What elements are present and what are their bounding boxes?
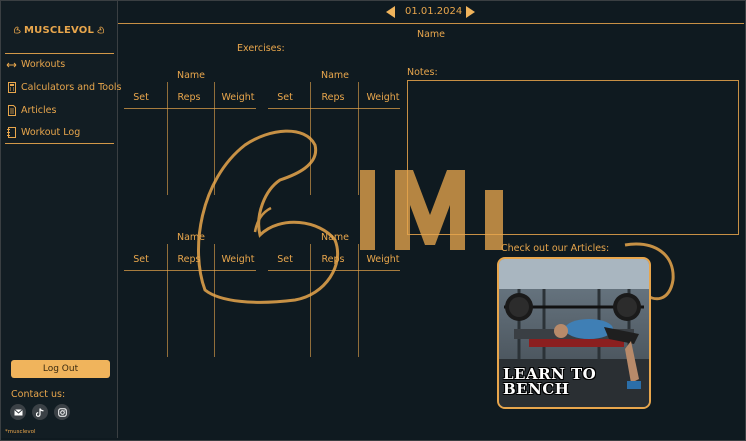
table-divider <box>214 82 215 195</box>
exercises-label: Exercises: <box>237 43 285 54</box>
exercise-name[interactable]: Name <box>177 70 205 81</box>
column-header-set: Set <box>133 254 149 265</box>
contact-label: Contact us: <box>11 389 66 400</box>
flexed-arm-left-icon <box>14 26 21 34</box>
header-divider <box>118 23 744 24</box>
sidebar-item-label: Workouts <box>21 59 66 70</box>
table-header-line <box>124 270 256 271</box>
sidebar-divider <box>5 143 114 144</box>
article-card-bench[interactable]: LEARN TO BENCH <box>497 257 651 409</box>
sidebar-item-label: Calculators and Tools <box>21 82 122 93</box>
calculator-icon <box>6 82 17 93</box>
column-header-weight: Weight <box>221 254 255 265</box>
exercise-name[interactable]: Name <box>321 232 349 243</box>
column-header-weight: Weight <box>366 92 400 103</box>
table-divider <box>358 244 359 357</box>
previous-day-arrow-icon[interactable] <box>386 6 395 18</box>
table-divider <box>310 244 311 357</box>
table-header-line <box>268 108 400 109</box>
current-date: 01.01.2024 <box>405 6 463 17</box>
arrows-icon <box>6 59 17 70</box>
column-header-weight: Weight <box>221 92 255 103</box>
column-header-reps: Reps <box>177 92 201 103</box>
document-icon <box>6 105 17 116</box>
column-header-reps: Reps <box>177 254 201 265</box>
column-header-set: Set <box>277 92 293 103</box>
tiktok-icon[interactable] <box>32 404 48 420</box>
table-divider <box>167 82 168 195</box>
table-divider <box>214 244 215 357</box>
column-header-set: Set <box>277 254 293 265</box>
column-header-weight: Weight <box>366 254 400 265</box>
table-divider <box>167 244 168 357</box>
column-header-reps: Reps <box>321 92 345 103</box>
sidebar-item-articles[interactable]: Articles <box>6 105 56 116</box>
footer-handle: *musclevol <box>5 429 36 435</box>
table-header-line <box>268 270 400 271</box>
exercise-name[interactable]: Name <box>321 70 349 81</box>
notes-textarea[interactable] <box>407 80 739 235</box>
exercise-name[interactable]: Name <box>177 232 205 243</box>
notebook-icon <box>6 127 17 138</box>
workout-name-label[interactable]: Name <box>417 29 445 40</box>
instagram-icon[interactable] <box>54 404 70 420</box>
next-day-arrow-icon[interactable] <box>466 6 475 18</box>
sidebar-item-label: Workout Log <box>21 127 81 138</box>
date-navigator: 01.01.2024 <box>118 1 744 23</box>
sidebar-item-label: Articles <box>21 105 57 116</box>
articles-label: Check out our Articles: <box>501 243 610 254</box>
sidebar: MUSCLEVOL Workouts Calculators and Tools… <box>1 1 122 438</box>
logout-button[interactable]: Log Out <box>11 360 110 378</box>
flexed-arm-right-icon <box>97 26 104 34</box>
logo-text: MUSCLEVOL <box>23 24 95 36</box>
table-divider <box>358 82 359 195</box>
notes-label: Notes: <box>407 67 438 78</box>
column-header-set: Set <box>133 92 149 103</box>
column-header-reps: Reps <box>321 254 345 265</box>
mail-icon[interactable] <box>10 404 26 420</box>
table-header-line <box>124 108 256 109</box>
sidebar-item-calculators[interactable]: Calculators and Tools <box>6 82 122 93</box>
app-logo[interactable]: MUSCLEVOL <box>13 19 105 41</box>
table-divider <box>310 82 311 195</box>
sidebar-divider <box>5 53 114 54</box>
sidebar-item-workouts[interactable]: Workouts <box>6 59 65 70</box>
article-card-title: LEARN TO BENCH <box>503 365 597 398</box>
sidebar-item-workout-log[interactable]: Workout Log <box>6 127 80 138</box>
